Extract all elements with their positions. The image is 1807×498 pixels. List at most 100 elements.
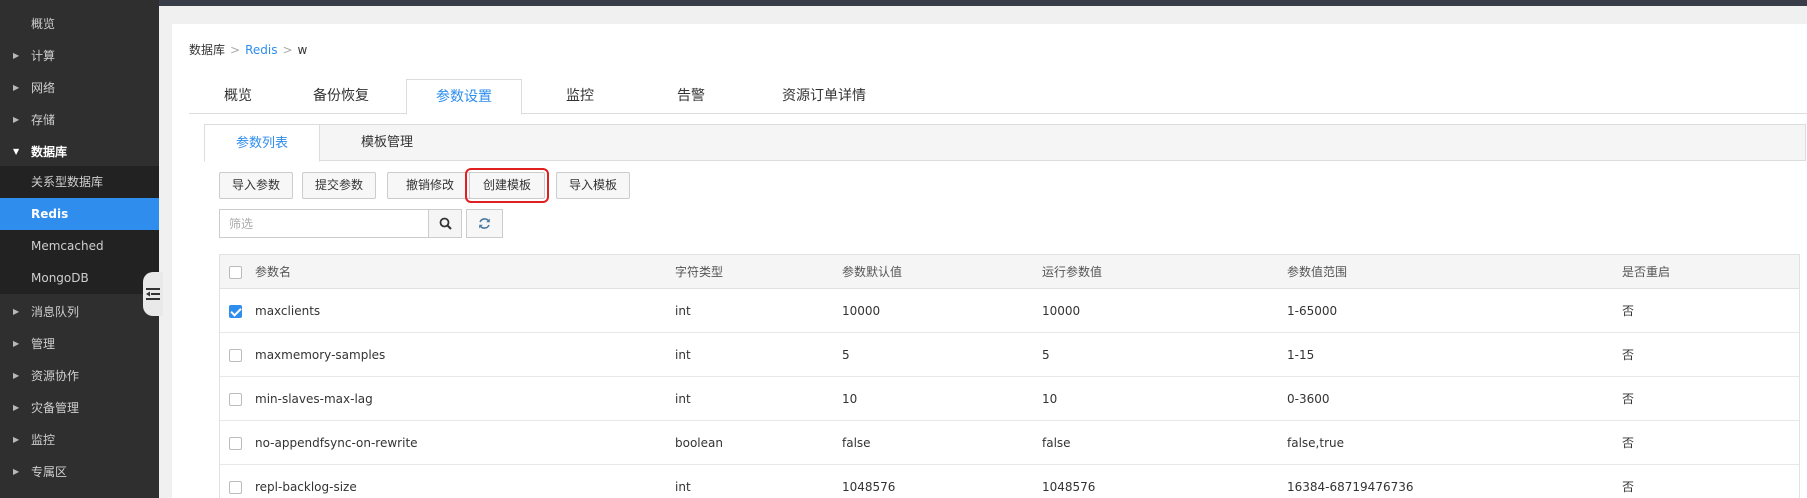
sidebar-item-label: 数据库 bbox=[31, 145, 68, 159]
param-range: 1-15 bbox=[1287, 347, 1315, 362]
refresh-icon bbox=[479, 218, 490, 229]
sidebar-item-label: Memcached bbox=[31, 239, 104, 253]
sidebar-item-label: 关系型数据库 bbox=[31, 175, 104, 189]
param-type: int bbox=[675, 347, 691, 362]
param-running-value[interactable]: false bbox=[1042, 421, 1071, 464]
param-default: 5 bbox=[842, 347, 850, 362]
table-row[interactable]: min-slaves-max-lag int 10 10 0-3600 否 bbox=[220, 377, 1799, 421]
sidebar-item-storage[interactable]: ▶ 存储 bbox=[0, 104, 159, 136]
sidebar-item-label: MongoDB bbox=[31, 271, 89, 285]
sidebar-item-network[interactable]: ▶ 网络 bbox=[0, 72, 159, 104]
undo-changes-button[interactable]: 撤销修改 bbox=[387, 172, 473, 199]
sidebar-item-mongodb[interactable]: MongoDB bbox=[0, 262, 159, 294]
column-header: 运行参数值 bbox=[1042, 265, 1103, 279]
table-row[interactable]: no-appendfsync-on-rewrite boolean false … bbox=[220, 421, 1799, 465]
create-template-button[interactable]: 创建模板 bbox=[465, 168, 549, 203]
sidebar-item-memcached[interactable]: Memcached bbox=[0, 230, 159, 262]
param-restart: 否 bbox=[1622, 348, 1635, 362]
param-name: maxmemory-samples bbox=[255, 347, 386, 362]
caret-right-icon: ▶ bbox=[13, 51, 20, 60]
caret-right-icon: ▶ bbox=[13, 467, 20, 476]
table-row[interactable]: repl-backlog-size int 1048576 1048576 16… bbox=[220, 465, 1799, 498]
sidebar-item-database[interactable]: ▼ 数据库 bbox=[0, 136, 159, 168]
caret-right-icon: ▶ bbox=[13, 371, 20, 380]
row-checkbox[interactable] bbox=[229, 349, 242, 362]
param-range: 1-65000 bbox=[1287, 303, 1338, 318]
import-params-button[interactable]: 导入参数 bbox=[219, 172, 293, 199]
submit-params-button[interactable]: 提交参数 bbox=[302, 172, 376, 199]
param-type: int bbox=[675, 479, 691, 494]
breadcrumb-separator: > bbox=[282, 43, 293, 57]
tab-resource-order-details[interactable]: 资源订单详情 bbox=[760, 79, 888, 114]
param-range: 16384-68719476736 bbox=[1287, 479, 1414, 494]
sidebar-item-overview[interactable]: 概览 bbox=[0, 8, 159, 40]
sidebar-item-label: 监控 bbox=[31, 433, 56, 447]
param-type: boolean bbox=[675, 435, 723, 450]
row-checkbox[interactable] bbox=[229, 393, 242, 406]
sidebar-item-label: 资源协作 bbox=[31, 369, 80, 383]
main-panel: 数据库 > Redis > w 概览 备份恢复 参数设置 监控 告警 资源订单详情 参数… bbox=[172, 24, 1807, 498]
column-header: 参数名 bbox=[255, 265, 292, 279]
row-checkbox[interactable] bbox=[229, 437, 242, 450]
table-row[interactable]: maxclients int 10000 10000 1-65000 否 bbox=[220, 289, 1799, 333]
sidebar-item-monitoring[interactable]: ▶ 监控 bbox=[0, 424, 159, 456]
sidebar-item-label: 计算 bbox=[31, 49, 56, 63]
column-header: 参数默认值 bbox=[842, 265, 903, 279]
caret-down-icon: ▼ bbox=[13, 147, 20, 156]
param-name: repl-backlog-size bbox=[255, 479, 357, 494]
tab-overview[interactable]: 概览 bbox=[194, 79, 282, 114]
param-restart: 否 bbox=[1622, 480, 1635, 494]
tab-parameter-settings[interactable]: 参数设置 bbox=[406, 79, 522, 115]
param-default: 1048576 bbox=[842, 479, 896, 494]
tab-alerts[interactable]: 告警 bbox=[639, 79, 743, 114]
sidebar-item-disaster-recovery[interactable]: ▶ 灾备管理 bbox=[0, 392, 159, 424]
param-type: int bbox=[675, 391, 691, 406]
tab-monitoring[interactable]: 监控 bbox=[528, 79, 632, 114]
sidebar-item-label: 消息队列 bbox=[31, 305, 80, 319]
subtab-parameter-list[interactable]: 参数列表 bbox=[204, 124, 320, 162]
breadcrumb-current: w bbox=[297, 43, 308, 57]
param-name: no-appendfsync-on-rewrite bbox=[255, 435, 418, 450]
param-running-value[interactable]: 5 bbox=[1042, 333, 1050, 376]
parameter-table: 参数名 字符类型 参数默认值 运行参数值 参数值范围 是否重启 maxclien… bbox=[219, 254, 1800, 498]
param-range: 0-3600 bbox=[1287, 391, 1330, 406]
subtab-bar: 参数列表 模板管理 bbox=[204, 124, 1806, 162]
param-name: maxclients bbox=[255, 303, 321, 318]
param-type: int bbox=[675, 303, 691, 318]
caret-right-icon: ▶ bbox=[13, 83, 20, 92]
sidebar-item-dedicated-zone[interactable]: ▶ 专属区 bbox=[0, 456, 159, 488]
param-running-value[interactable]: 1048576 bbox=[1042, 465, 1095, 498]
caret-right-icon: ▶ bbox=[13, 115, 20, 124]
param-default: 10000 bbox=[842, 303, 881, 318]
sidebar-item-compute[interactable]: ▶ 计算 bbox=[0, 40, 159, 72]
param-default: 10 bbox=[842, 391, 858, 406]
breadcrumb: 数据库 > Redis > w bbox=[189, 41, 307, 58]
sidebar-item-redis[interactable]: Redis bbox=[0, 198, 159, 230]
sidebar-item-label: 概览 bbox=[31, 17, 56, 31]
sidebar-collapse-handle[interactable] bbox=[143, 272, 163, 316]
sidebar-item-label: 管理 bbox=[31, 337, 56, 351]
sidebar-item-resource-collab[interactable]: ▶ 资源协作 bbox=[0, 360, 159, 392]
search-button[interactable] bbox=[428, 210, 461, 237]
sidebar-item-message-queue[interactable]: ▶ 消息队列 bbox=[0, 296, 159, 328]
subtab-template-management[interactable]: 模板管理 bbox=[329, 124, 445, 161]
sidebar-item-management[interactable]: ▶ 管理 bbox=[0, 328, 159, 360]
sidebar-item-relational-db[interactable]: 关系型数据库 bbox=[0, 166, 159, 198]
tab-backup-restore[interactable]: 备份恢复 bbox=[289, 79, 393, 114]
top-bar bbox=[159, 0, 1807, 6]
sidebar-item-label: 专属区 bbox=[31, 465, 68, 479]
filter-box bbox=[219, 209, 462, 238]
column-header: 参数值范围 bbox=[1287, 265, 1348, 279]
table-row[interactable]: maxmemory-samples int 5 5 1-15 否 bbox=[220, 333, 1799, 377]
import-template-button[interactable]: 导入模板 bbox=[556, 172, 630, 199]
breadcrumb-root[interactable]: 数据库 bbox=[189, 43, 225, 57]
refresh-button[interactable] bbox=[466, 209, 503, 238]
row-checkbox[interactable] bbox=[229, 305, 242, 318]
column-header: 字符类型 bbox=[675, 265, 724, 279]
param-running-value[interactable]: 10 bbox=[1042, 377, 1057, 420]
select-all-checkbox[interactable] bbox=[229, 266, 242, 279]
breadcrumb-parent[interactable]: Redis bbox=[245, 43, 277, 57]
filter-input[interactable] bbox=[220, 210, 430, 237]
row-checkbox[interactable] bbox=[229, 481, 242, 494]
param-running-value[interactable]: 10000 bbox=[1042, 289, 1080, 332]
